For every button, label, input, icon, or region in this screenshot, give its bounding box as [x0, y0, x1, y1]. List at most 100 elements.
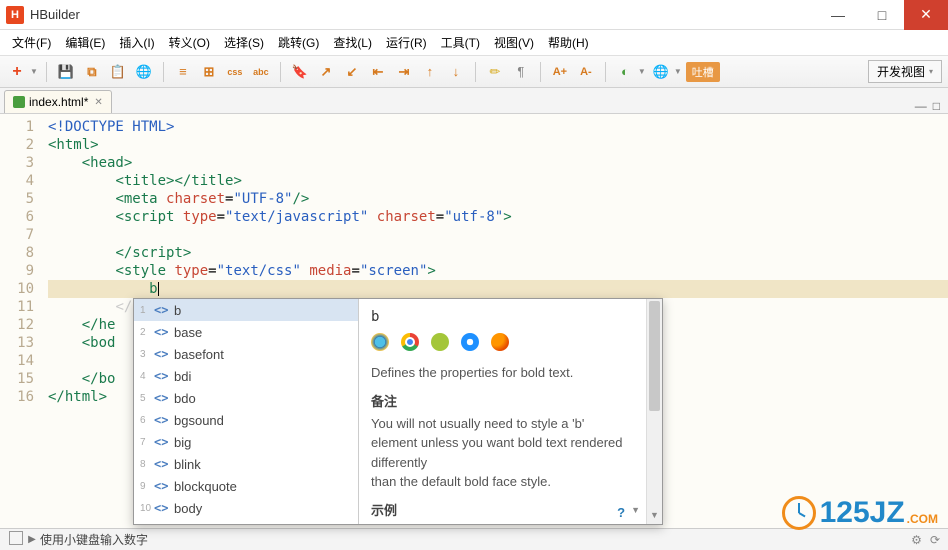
font-increase-button[interactable]: A+: [549, 61, 571, 83]
code-line[interactable]: [48, 226, 948, 244]
autocomplete-item[interactable]: 3<>basefont: [134, 343, 358, 365]
example-header: 示例: [371, 500, 634, 519]
autocomplete-info-panel: b Defines the properties for bold text. …: [359, 299, 646, 524]
menu-item[interactable]: 插入(I): [113, 31, 160, 54]
panel-toggle-icon[interactable]: [8, 531, 24, 548]
autocomplete-item[interactable]: 7<>big: [134, 431, 358, 453]
safari-icon: [461, 333, 479, 351]
indent-left-icon[interactable]: ⇤: [367, 61, 389, 83]
app-title: HBuilder: [30, 7, 80, 22]
menu-item[interactable]: 文件(F): [6, 31, 57, 54]
help-icon[interactable]: ?: [617, 505, 625, 520]
toolbar: +▼ 💾 ⧉ 📋 🌐 ≡ ⊞ css abc 🔖 ↗ ↙ ⇤ ⇥ ↑ ↓ ✏ ¶…: [0, 56, 948, 88]
code-line[interactable]: b: [48, 280, 948, 298]
menu-item[interactable]: 视图(V): [488, 31, 540, 54]
code-line[interactable]: <html>: [48, 136, 948, 154]
view-selector-label: 开发视图: [877, 63, 925, 80]
code-line[interactable]: <head>: [48, 154, 948, 172]
dropdown-caret-icon[interactable]: ▼: [631, 505, 640, 520]
scroll-down-icon[interactable]: ▼: [647, 510, 662, 524]
browser-preview-icon[interactable]: 🌐: [133, 61, 155, 83]
remark-body: You will not usually need to style a 'b'…: [371, 414, 634, 492]
minimize-button[interactable]: —: [816, 0, 860, 30]
autocomplete-scrollbar[interactable]: ▲ ▼: [646, 299, 662, 524]
autocomplete-item[interactable]: 6<>bgsound: [134, 409, 358, 431]
list-icon[interactable]: ≡: [172, 61, 194, 83]
highlight-icon[interactable]: ✏: [484, 61, 506, 83]
code-line[interactable]: <!DOCTYPE HTML>: [48, 118, 948, 136]
abc-icon[interactable]: abc: [250, 61, 272, 83]
view-selector[interactable]: 开发视图 ▾: [868, 60, 942, 83]
menu-item[interactable]: 工具(T): [435, 31, 486, 54]
css-icon[interactable]: css: [224, 61, 246, 83]
app-logo: H: [6, 6, 24, 24]
down-icon[interactable]: ↓: [445, 61, 467, 83]
font-decrease-button[interactable]: A-: [575, 61, 597, 83]
window-controls: — □ ✕: [816, 0, 948, 30]
bookmark-icon[interactable]: 🔖: [289, 61, 311, 83]
code-line[interactable]: </script>: [48, 244, 948, 262]
autocomplete-item[interactable]: 8<>blink: [134, 453, 358, 475]
code-line[interactable]: <style type="text/css" media="screen">: [48, 262, 948, 280]
tab-close-icon[interactable]: ✕: [94, 97, 102, 108]
watermark-logo: 125JZ .COM: [782, 496, 938, 530]
tab-filename: index.html*: [29, 95, 88, 109]
autocomplete-item[interactable]: 10<>body: [134, 497, 358, 519]
up-icon[interactable]: ↑: [419, 61, 441, 83]
settings-gear-icon[interactable]: ⚙: [911, 533, 922, 547]
watermark-text: 125JZ: [820, 496, 905, 530]
menu-item[interactable]: 转义(O): [163, 31, 216, 54]
ie-icon: [371, 333, 389, 351]
indent-right-icon[interactable]: ⇥: [393, 61, 415, 83]
restore-panel-icon[interactable]: □: [933, 99, 940, 113]
close-button[interactable]: ✕: [904, 0, 948, 30]
theme-icon[interactable]: ◐: [614, 61, 636, 83]
clock-icon: [782, 496, 816, 530]
code-line[interactable]: <script type="text/javascript" charset="…: [48, 208, 948, 226]
pilcrow-icon[interactable]: ¶: [510, 61, 532, 83]
menu-item[interactable]: 帮助(H): [542, 31, 595, 54]
maximize-button[interactable]: □: [860, 0, 904, 30]
autocomplete-item[interactable]: 4<>bdi: [134, 365, 358, 387]
autocomplete-list[interactable]: 1<>b2<>base3<>basefont4<>bdi5<>bdo6<>bgs…: [134, 299, 359, 524]
menu-item[interactable]: 选择(S): [218, 31, 270, 54]
menu-item[interactable]: 编辑(E): [59, 31, 111, 54]
dropdown-caret-icon: ▾: [929, 67, 933, 76]
paste-icon[interactable]: 📋: [107, 61, 129, 83]
new-file-button[interactable]: +: [6, 61, 28, 83]
export-icon[interactable]: ↗: [315, 61, 337, 83]
feedback-button[interactable]: 吐槽: [686, 62, 720, 82]
autocomplete-item[interactable]: 5<>bdo: [134, 387, 358, 409]
sync-icon[interactable]: ⟳: [930, 533, 940, 547]
dropdown-caret-icon[interactable]: ▼: [638, 67, 646, 76]
autocomplete-item[interactable]: 1<>b: [134, 299, 358, 321]
save-icon[interactable]: 💾: [55, 61, 77, 83]
autocomplete-item[interactable]: 2<>base: [134, 321, 358, 343]
watermark-suffix: .COM: [907, 512, 938, 526]
scrollbar-thumb[interactable]: [649, 301, 660, 411]
menu-item[interactable]: 跳转(G): [272, 31, 325, 54]
minimize-panel-icon[interactable]: —: [915, 99, 927, 113]
import-icon[interactable]: ↙: [341, 61, 363, 83]
editor-tab[interactable]: index.html* ✕: [4, 90, 112, 113]
chrome-icon: [401, 333, 419, 351]
status-run-icon[interactable]: ▶: [24, 534, 40, 545]
tab-bar: index.html* ✕ — □: [0, 88, 948, 114]
dropdown-caret-icon[interactable]: ▼: [674, 67, 682, 76]
autocomplete-description: Defines the properties for bold text.: [371, 363, 634, 383]
status-message: 使用小键盘输入数字: [40, 531, 148, 548]
autocomplete-popup: 1<>b2<>base3<>basefont4<>bdi5<>bdo6<>bgs…: [133, 298, 663, 525]
menu-item[interactable]: 查找(L): [327, 31, 378, 54]
code-line[interactable]: <title></title>: [48, 172, 948, 190]
code-line[interactable]: <meta charset="UTF-8"/>: [48, 190, 948, 208]
grid-icon[interactable]: ⊞: [198, 61, 220, 83]
firefox-icon: [491, 333, 509, 351]
status-bar: ▶ 使用小键盘输入数字 ⚙ ⟳: [0, 528, 948, 550]
menu-item[interactable]: 运行(R): [380, 31, 433, 54]
copy-icon[interactable]: ⧉: [81, 61, 103, 83]
line-number-gutter: 12345678910111213141516: [0, 114, 48, 540]
run-browser-icon[interactable]: 🌐: [650, 61, 672, 83]
dropdown-caret-icon[interactable]: ▼: [30, 67, 38, 76]
remark-header: 备注: [371, 391, 634, 410]
autocomplete-item[interactable]: 9<>blockquote: [134, 475, 358, 497]
